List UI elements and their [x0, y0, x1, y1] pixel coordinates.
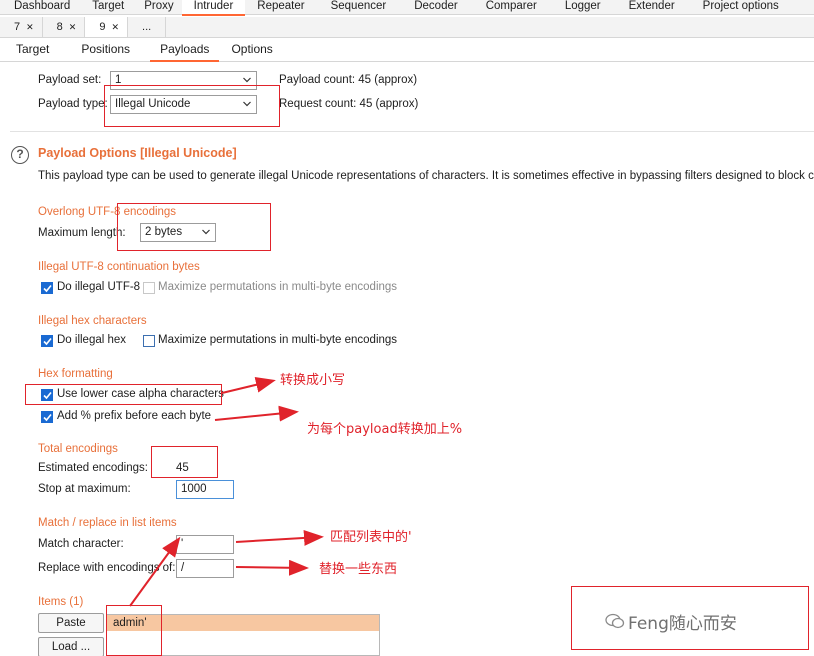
annotation-lowercase: 转换成小写 [280, 373, 346, 388]
arrow-lowercase [221, 376, 276, 394]
annotation-replace: 替换一些东西 [319, 562, 398, 577]
arrow-item-to-match [129, 536, 181, 607]
wechat-icon [605, 613, 625, 629]
annotation-arrows [129, 376, 324, 607]
arrow-prefix [214, 405, 299, 422]
arrow-match [235, 529, 324, 546]
watermark-text: Feng随心而安 [628, 614, 737, 634]
arrow-replace [235, 559, 309, 576]
annotation-match: 匹配列表中的' [330, 530, 412, 545]
annotation-prefix: 为每个payload转换加上% [307, 422, 463, 437]
